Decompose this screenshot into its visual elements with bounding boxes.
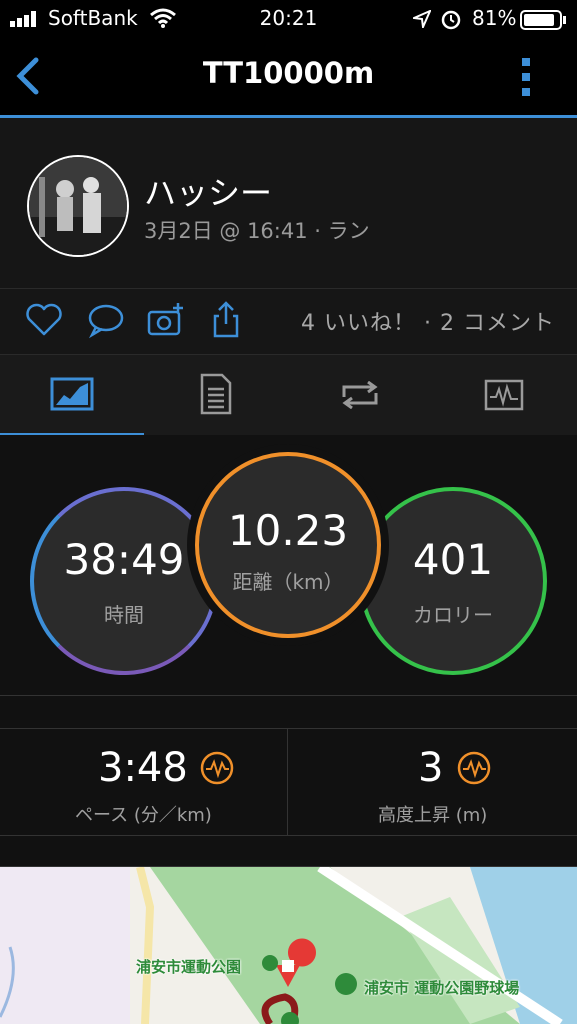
alarm-icon <box>441 10 461 30</box>
stats-chart-icon <box>50 377 94 411</box>
ascent-value: 3 <box>418 745 444 791</box>
location-arrow-icon <box>413 10 431 28</box>
heart-icon[interactable] <box>24 300 64 340</box>
pace-label: ペース (分／km) <box>75 805 212 826</box>
document-list-icon <box>200 373 232 415</box>
calories-ring: 401 カロリー <box>359 487 547 675</box>
tab-details[interactable] <box>144 355 288 435</box>
metrics-divider <box>287 729 288 835</box>
distance-value: 10.23 <box>227 506 349 555</box>
time-ring: 38:49 時間 <box>30 487 218 675</box>
laps-repeat-icon <box>342 381 378 409</box>
pace-chart-icon[interactable] <box>200 751 234 785</box>
distance-label: 距離（km） <box>232 570 344 594</box>
ascent-label: 高度上昇 (m) <box>378 805 488 826</box>
nav-bar: TT10000m <box>0 38 577 118</box>
time-value: 38:49 <box>63 535 185 584</box>
time-label: 時間 <box>104 603 144 627</box>
map-label-park: 浦安市運動公園 <box>136 958 242 976</box>
divider <box>0 695 577 696</box>
calories-label: カロリー <box>413 603 493 627</box>
user-name[interactable]: ハッシー <box>144 168 272 214</box>
tab-charts[interactable] <box>432 355 576 435</box>
avatar[interactable] <box>27 155 129 257</box>
kebab-menu-icon[interactable] <box>518 56 534 98</box>
metrics-row: 3:48 ペース (分／km) 3 高度上昇 (m) <box>0 728 577 836</box>
battery-percent: 81% <box>472 6 517 30</box>
like-comment-counts[interactable]: 4 いいね！ · 2 コメント <box>301 305 555 337</box>
activity-meta: 3月2日 @ 16:41 · ラン <box>144 219 370 243</box>
status-bar: SoftBank 20:21 81% <box>0 0 577 38</box>
distance-ring: 10.23 距離（km） <box>195 452 381 638</box>
tab-stats[interactable] <box>0 355 144 436</box>
tab-bar <box>0 354 577 436</box>
ascent-chart-icon[interactable] <box>457 751 491 785</box>
calories-value: 401 <box>412 535 494 584</box>
tab-laps[interactable] <box>288 355 432 435</box>
comment-icon[interactable] <box>86 300 126 340</box>
pace-value: 3:48 <box>98 745 188 791</box>
map-label-stadium: 浦安市 運動公園野球場 <box>364 979 520 997</box>
route-map[interactable]: 浦安市運動公園 浦安市 運動公園野球場 <box>0 867 577 1024</box>
page-title: TT10000m <box>202 56 375 90</box>
activity-graph-icon <box>484 379 524 411</box>
summary-rings: 38:49 時間 401 カロリー 10.23 距離（km） <box>0 435 577 697</box>
avatar-photo <box>29 157 127 255</box>
battery-icon <box>520 10 566 30</box>
map-canvas <box>0 867 577 1024</box>
share-icon[interactable] <box>206 300 246 340</box>
add-photo-icon[interactable] <box>146 300 186 340</box>
